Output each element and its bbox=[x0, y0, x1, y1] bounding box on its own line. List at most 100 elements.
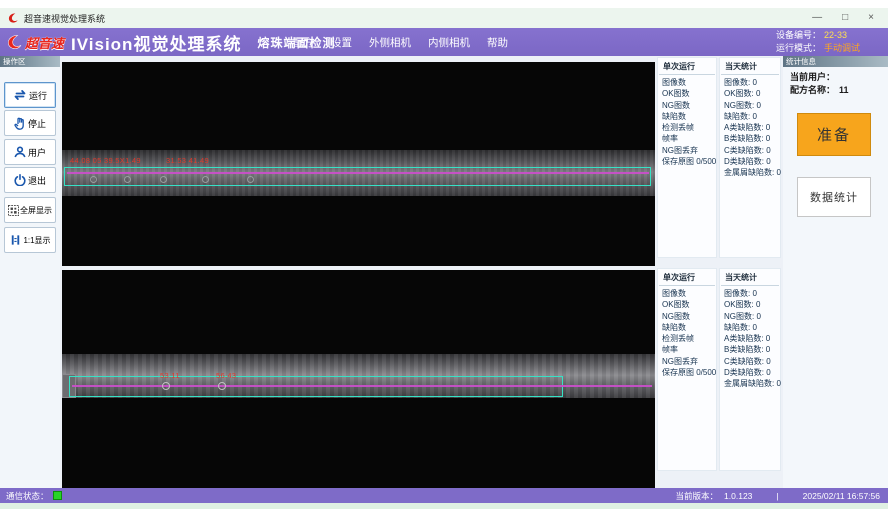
stat-row: B类缺陷数: 0 bbox=[720, 133, 780, 144]
menu-bar: 配方 设置 外侧相机 内侧相机 帮助 bbox=[293, 28, 508, 56]
stat-row: OK图数: 0 bbox=[720, 299, 780, 310]
brand-logo-icon bbox=[7, 33, 23, 51]
run-button[interactable]: 运行 bbox=[4, 82, 56, 108]
device-info: 设备编号：22-33 运行模式：手动调试 bbox=[776, 29, 860, 55]
stat-row: NG图丢弃 bbox=[658, 356, 716, 367]
current-user-row: 当前用户： bbox=[783, 71, 888, 84]
defect-marker bbox=[90, 176, 97, 183]
menu-item-outer-camera[interactable]: 外侧相机 bbox=[369, 35, 411, 50]
brand-name: 超音速 bbox=[25, 33, 64, 52]
stop-button-label: 停止 bbox=[28, 117, 46, 130]
minimize-button[interactable]: — bbox=[812, 8, 822, 28]
one-to-one-button[interactable]: 1:1显示 bbox=[4, 227, 56, 253]
brand: 超音速 IVision视觉处理系统 熔珠端面检测 bbox=[7, 28, 335, 56]
daily-stats-title: 当天统计 bbox=[721, 269, 779, 286]
fullscreen-icon bbox=[8, 205, 19, 216]
app-title: IVision视觉处理系统 bbox=[71, 30, 241, 55]
user-button[interactable]: 用户 bbox=[4, 139, 56, 165]
stat-row: D类缺陷数: 0 bbox=[720, 367, 780, 378]
defect-marker bbox=[124, 176, 131, 183]
run-icon bbox=[13, 89, 27, 101]
application-window: 超音速视觉处理系统 — □ × 超音速 IVision视觉处理系统 熔珠端面检测… bbox=[0, 0, 888, 522]
window-titlebar: 超音速视觉处理系统 — □ × bbox=[0, 8, 888, 28]
run-mode-value: 手动调试 bbox=[824, 43, 860, 53]
close-button[interactable]: × bbox=[868, 8, 874, 28]
measurement-annotation: 31.53 41.49 bbox=[166, 156, 209, 165]
defect-marker bbox=[160, 176, 167, 183]
one-to-one-icon bbox=[9, 234, 22, 246]
stat-row: 缺陷数: 0 bbox=[720, 111, 780, 122]
run-mode-label: 运行模式： bbox=[776, 43, 821, 53]
stat-row: NG图数 bbox=[658, 100, 716, 111]
stat-row: NG图数 bbox=[658, 311, 716, 322]
measurement-annotation: 44.08 05 39.5X1.49 bbox=[70, 156, 141, 165]
stat-row: 缺陷数 bbox=[658, 322, 716, 333]
stop-icon bbox=[14, 117, 26, 130]
recipe-name-label: 配方名称： bbox=[790, 85, 835, 95]
stat-row: C类缺陷数: 0 bbox=[720, 356, 780, 367]
stat-row: 保存原图 0/500 bbox=[658, 156, 716, 167]
user-icon bbox=[14, 146, 26, 158]
detection-roi-box bbox=[64, 167, 651, 186]
weld-seam-line bbox=[67, 172, 649, 174]
info-panel-caption: 统计信息 bbox=[783, 56, 888, 67]
stat-row: 缺陷数 bbox=[658, 111, 716, 122]
stat-row: OK图数 bbox=[658, 299, 716, 310]
menu-item-recipe[interactable]: 配方 bbox=[293, 35, 314, 50]
menu-item-inner-camera[interactable]: 内侧相机 bbox=[428, 35, 470, 50]
stat-row: 金属屑缺陷数: 0 bbox=[720, 378, 780, 389]
separator: | bbox=[776, 491, 778, 501]
menu-item-help[interactable]: 帮助 bbox=[487, 35, 508, 50]
info-panel: 当前用户： 配方名称： 11 准备 数据统计 bbox=[783, 67, 888, 488]
datetime-value: 2025/02/11 16:57:56 bbox=[803, 491, 880, 501]
stop-button[interactable]: 停止 bbox=[4, 110, 56, 136]
stat-row: 图像数: 0 bbox=[720, 288, 780, 299]
exit-button-label: 退出 bbox=[28, 174, 46, 187]
exit-button[interactable]: 退出 bbox=[4, 167, 56, 193]
measurement-annotation: 56.43 bbox=[216, 371, 236, 380]
stat-row: 图像数 bbox=[658, 288, 716, 299]
device-number-value: 22-33 bbox=[824, 30, 847, 40]
menu-item-settings[interactable]: 设置 bbox=[331, 35, 352, 50]
recipe-name-value: 11 bbox=[839, 85, 849, 95]
run-button-label: 运行 bbox=[29, 89, 47, 102]
inner-single-run-stats: 单次运行 图像数 OK图数 NG图数 缺陷数 检测丢帧 帧率 NG图丢弃 保存原… bbox=[657, 268, 717, 471]
stat-row: 帧率 bbox=[658, 133, 716, 144]
window-title: 超音速视觉处理系统 bbox=[24, 12, 105, 25]
user-button-label: 用户 bbox=[28, 146, 46, 159]
window-bottom-edge bbox=[0, 503, 888, 509]
outer-single-run-stats: 单次运行 图像数 OK图数 NG图数 缺陷数 检测丢帧 帧率 NG图丢弃 保存原… bbox=[657, 57, 717, 258]
stat-row: 图像数 bbox=[658, 77, 716, 88]
data-statistics-button[interactable]: 数据统计 bbox=[797, 177, 871, 217]
stat-row: NG图数: 0 bbox=[720, 311, 780, 322]
comm-status-label: 通信状态： bbox=[6, 490, 49, 502]
daily-stats-title: 当天统计 bbox=[721, 58, 779, 75]
outer-daily-stats: 当天统计 图像数: 0 OK图数: 0 NG图数: 0 缺陷数: 0 A类缺陷数… bbox=[719, 57, 781, 258]
stat-row: B类缺陷数: 0 bbox=[720, 344, 780, 355]
prepare-button[interactable]: 准备 bbox=[797, 113, 871, 156]
single-run-title: 单次运行 bbox=[659, 58, 715, 75]
window-controls: — □ × bbox=[812, 8, 874, 28]
version-label: 当前版本： bbox=[676, 490, 719, 502]
app-logo-icon bbox=[8, 12, 19, 24]
stat-row: D类缺陷数: 0 bbox=[720, 156, 780, 167]
outer-camera-viewport: 44.08 05 39.5X1.49 31.53 41.49 bbox=[62, 62, 655, 266]
stat-row: NG图数: 0 bbox=[720, 100, 780, 111]
stat-row: C类缺陷数: 0 bbox=[720, 145, 780, 156]
version-value: 1.0.123 bbox=[724, 491, 752, 501]
fullscreen-button[interactable]: 全屏显示 bbox=[4, 197, 56, 223]
stat-row: 保存原图 0/500 bbox=[658, 367, 716, 378]
stat-row: 图像数: 0 bbox=[720, 77, 780, 88]
stat-row: 检测丢帧 bbox=[658, 333, 716, 344]
single-run-title: 单次运行 bbox=[659, 269, 715, 286]
stat-row: 帧率 bbox=[658, 344, 716, 355]
defect-marker bbox=[162, 382, 170, 390]
stat-row: A类缺陷数: 0 bbox=[720, 333, 780, 344]
measurement-annotation: 53.11 bbox=[160, 371, 180, 380]
exit-icon bbox=[14, 174, 26, 186]
stat-row: 缺陷数: 0 bbox=[720, 322, 780, 333]
comm-status-indicator bbox=[53, 491, 62, 500]
maximize-button[interactable]: □ bbox=[842, 8, 848, 28]
inner-daily-stats: 当天统计 图像数: 0 OK图数: 0 NG图数: 0 缺陷数: 0 A类缺陷数… bbox=[719, 268, 781, 471]
defect-marker bbox=[247, 176, 254, 183]
